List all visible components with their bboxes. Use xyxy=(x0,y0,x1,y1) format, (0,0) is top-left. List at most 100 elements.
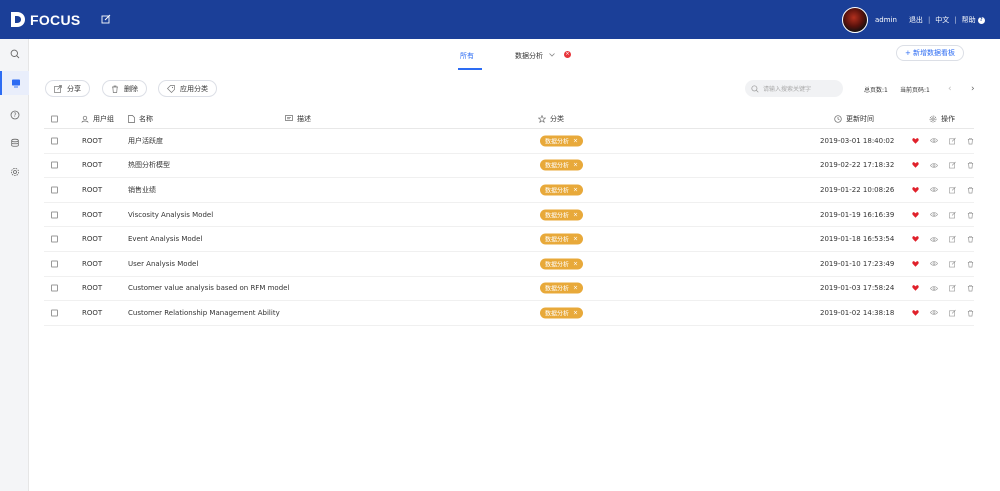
row-name[interactable]: Customer Relationship Management Ability xyxy=(128,309,280,317)
remove-tag-icon[interactable]: × xyxy=(573,186,578,193)
tab-all[interactable]: 所有 xyxy=(460,51,474,61)
row-checkbox[interactable] xyxy=(51,309,58,317)
delete-row-button[interactable] xyxy=(967,137,978,145)
tab-category[interactable]: 数据分析 xyxy=(515,51,543,61)
search-input[interactable]: 请输入搜索关键字 xyxy=(745,80,843,97)
view-button[interactable] xyxy=(930,187,942,193)
apply-category-button[interactable]: 应用分类 xyxy=(158,80,217,97)
delete-row-button[interactable] xyxy=(967,211,978,218)
sidebar-item-questions[interactable]: ? xyxy=(0,103,29,127)
header-name[interactable]: 名称 xyxy=(128,114,153,124)
chevron-down-icon[interactable] xyxy=(549,53,555,57)
sidebar-item-settings[interactable] xyxy=(0,160,29,184)
row-name[interactable]: User Analysis Model xyxy=(128,260,198,268)
view-button[interactable] xyxy=(930,162,942,168)
row-checkbox[interactable] xyxy=(51,211,58,219)
view-button[interactable] xyxy=(930,138,942,144)
logo[interactable]: FOCUS xyxy=(10,11,81,28)
delete-button[interactable]: 删除 xyxy=(102,80,147,97)
edit-button[interactable] xyxy=(949,235,960,243)
prev-page-button[interactable]: ‹ xyxy=(948,84,952,94)
row-name[interactable]: Event Analysis Model xyxy=(128,235,202,243)
favorite-button[interactable] xyxy=(912,260,923,267)
next-page-button[interactable]: › xyxy=(971,84,975,94)
table-row[interactable]: ROOT User Analysis Model 数据分析 × 2019-01-10 1… xyxy=(44,252,974,277)
header-description[interactable]: 描述 xyxy=(285,114,311,124)
language-switch[interactable]: 中文 xyxy=(935,15,949,25)
edit-button[interactable] xyxy=(949,211,960,218)
edit-button[interactable] xyxy=(949,137,960,145)
favorite-button[interactable] xyxy=(912,236,923,243)
edit-button[interactable] xyxy=(949,186,960,194)
header-updated[interactable]: 更新时间 xyxy=(834,114,874,124)
favorite-button[interactable] xyxy=(912,137,923,144)
table-row[interactable]: ROOT Customer value analysis based on RFM… xyxy=(44,277,974,302)
share-button[interactable]: 分享 xyxy=(45,80,90,97)
row-name[interactable]: 销售业绩 xyxy=(128,185,156,195)
sidebar-item-data[interactable] xyxy=(0,131,29,155)
row-name[interactable]: 热图分析模型 xyxy=(128,160,170,170)
select-all-checkbox[interactable] xyxy=(51,115,58,122)
table-row[interactable]: ROOT Customer Relationship Management Abi… xyxy=(44,301,974,326)
row-checkbox[interactable] xyxy=(51,260,58,268)
row-name[interactable]: 用户活跃度 xyxy=(128,136,163,146)
remove-tag-icon[interactable]: × xyxy=(573,309,578,316)
remove-tag-icon[interactable]: × xyxy=(573,260,578,267)
view-button[interactable] xyxy=(930,285,942,291)
view-button[interactable] xyxy=(930,310,942,316)
new-board-button[interactable]: + 新增数据看板 xyxy=(896,45,964,61)
category-tag[interactable]: 数据分析 × xyxy=(540,258,584,270)
row-checkbox[interactable] xyxy=(51,161,58,169)
help-icon[interactable]: ? xyxy=(977,16,985,24)
delete-row-button[interactable] xyxy=(967,309,978,317)
favorite-button[interactable] xyxy=(912,285,923,292)
help-link[interactable]: 帮助 xyxy=(962,15,976,25)
edit-button[interactable] xyxy=(949,162,960,169)
avatar[interactable] xyxy=(842,7,868,33)
favorite-button[interactable] xyxy=(912,162,923,169)
category-tag[interactable]: 数据分析 × xyxy=(540,233,584,245)
sidebar-item-search[interactable] xyxy=(0,42,29,66)
delete-row-button[interactable] xyxy=(967,285,978,292)
category-tag[interactable]: 数据分析 × xyxy=(540,135,584,147)
header-category[interactable]: 分类 xyxy=(538,114,564,124)
logout-link[interactable]: 退出 xyxy=(909,15,923,25)
delete-row-button[interactable] xyxy=(967,260,978,268)
remove-tag-icon[interactable]: × xyxy=(573,137,578,144)
row-checkbox[interactable] xyxy=(51,284,58,292)
row-checkbox[interactable] xyxy=(51,235,58,243)
delete-row-button[interactable] xyxy=(967,186,978,194)
edit-button[interactable] xyxy=(949,309,960,317)
delete-row-button[interactable] xyxy=(967,236,978,243)
remove-tag-icon[interactable]: × xyxy=(573,211,578,218)
table-row[interactable]: ROOT Viscosity Analysis Model 数据分析 × 2019-01… xyxy=(44,203,974,228)
remove-tag-icon[interactable]: × xyxy=(573,285,578,292)
table-row[interactable]: ROOT 热图分析模型 数据分析 × 2019-02-22 17:18:32 xyxy=(44,154,974,179)
table-row[interactable]: ROOT 用户活跃度 数据分析 × 2019-03-01 18:40:02 xyxy=(44,129,974,154)
row-name[interactable]: Customer value analysis based on RFM mod… xyxy=(128,284,289,292)
category-tag[interactable]: 数据分析 × xyxy=(540,307,584,319)
view-button[interactable] xyxy=(930,212,942,218)
row-name[interactable]: Viscosity Analysis Model xyxy=(128,211,213,219)
edit-button[interactable] xyxy=(949,260,960,268)
category-tag[interactable]: 数据分析 × xyxy=(540,159,584,171)
row-checkbox[interactable] xyxy=(51,137,58,145)
remove-tag-icon[interactable]: × xyxy=(573,162,578,169)
favorite-button[interactable] xyxy=(912,211,923,218)
header-group[interactable]: 用户组 xyxy=(81,114,114,124)
category-tag[interactable]: 数据分析 × xyxy=(540,282,584,294)
row-checkbox[interactable] xyxy=(51,186,58,194)
remove-tag-icon[interactable]: × xyxy=(573,236,578,243)
favorite-button[interactable] xyxy=(912,309,923,316)
table-row[interactable]: ROOT Event Analysis Model 数据分析 × 2019-01-18 … xyxy=(44,227,974,252)
username[interactable]: admin xyxy=(875,16,897,24)
category-tag[interactable]: 数据分析 × xyxy=(540,184,584,196)
edit-icon[interactable] xyxy=(101,14,111,24)
delete-row-button[interactable] xyxy=(967,162,978,169)
favorite-button[interactable] xyxy=(912,186,923,193)
table-row[interactable]: ROOT 销售业绩 数据分析 × 2019-01-22 10:08:26 xyxy=(44,178,974,203)
edit-button[interactable] xyxy=(949,285,960,292)
category-tag[interactable]: 数据分析 × xyxy=(540,209,584,221)
view-button[interactable] xyxy=(930,261,942,267)
close-icon[interactable]: × xyxy=(564,51,571,58)
